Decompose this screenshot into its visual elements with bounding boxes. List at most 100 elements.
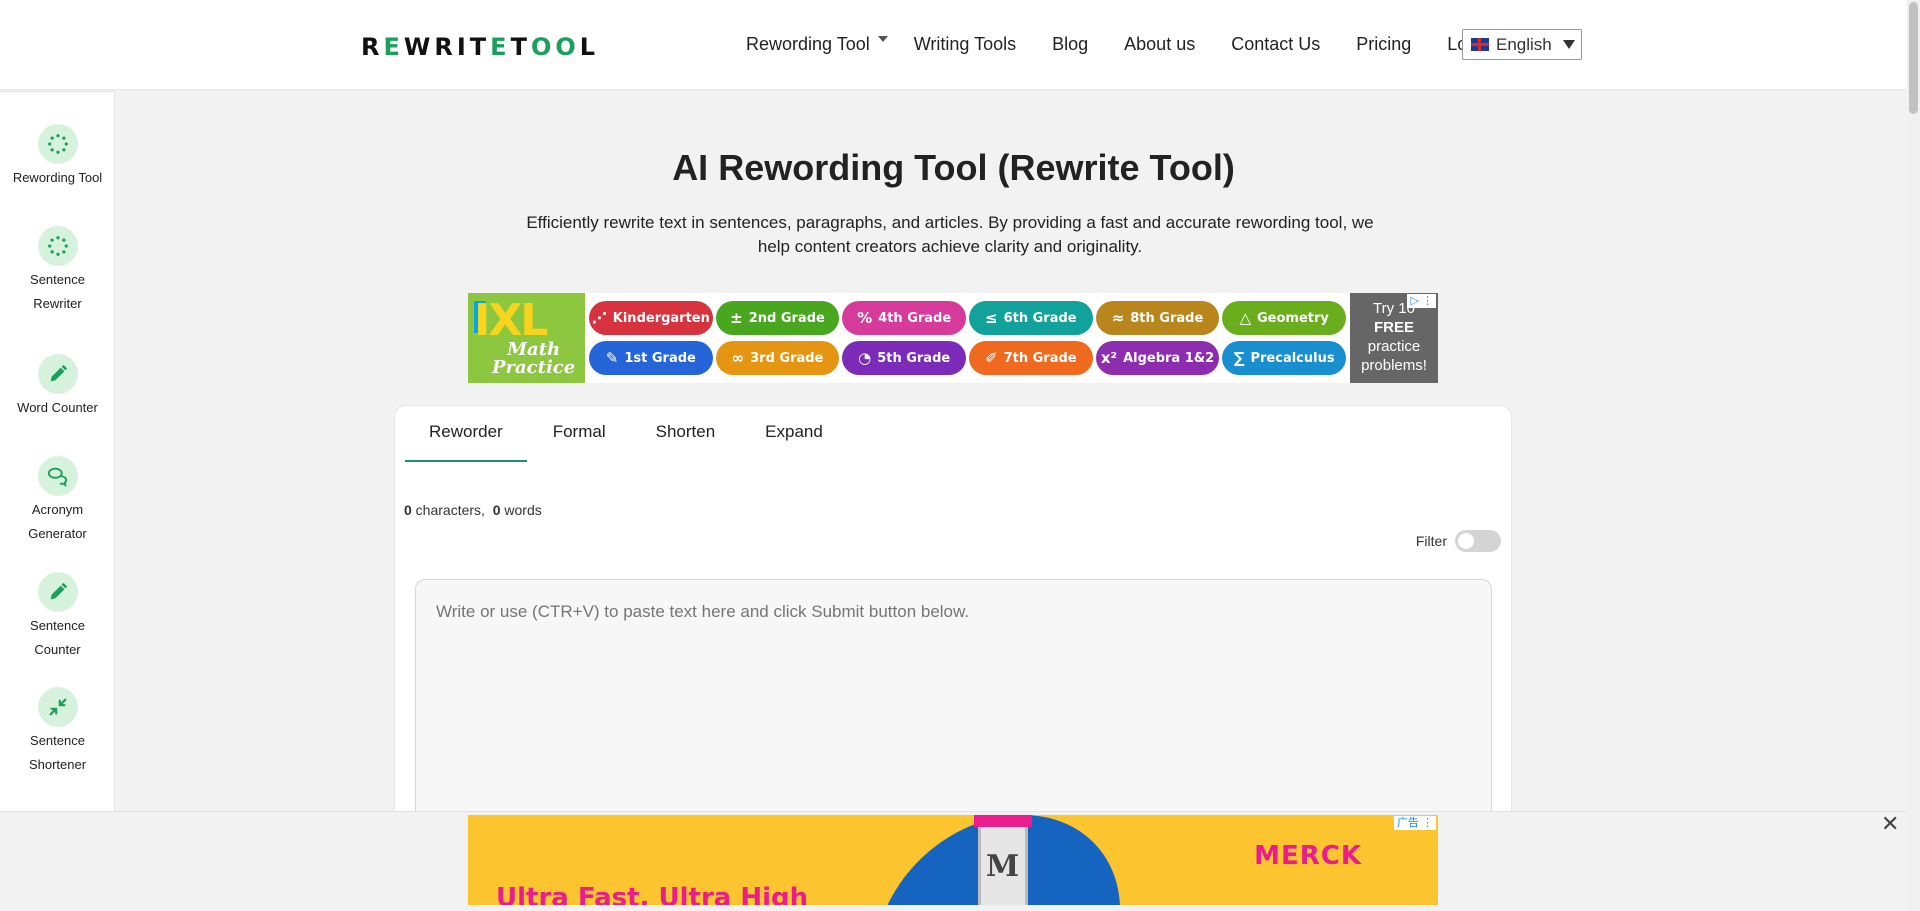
grade-pill[interactable]: % 4th Grade <box>842 301 966 335</box>
sidebar-item-sentence-rewriter[interactable]: Sentence Rewriter <box>0 226 115 316</box>
tab-reworder[interactable]: Reworder <box>405 418 527 462</box>
grade-pill[interactable]: ✎ 1st Grade <box>589 341 713 375</box>
grade-pill[interactable]: ≤6th Grade <box>968 301 1093 335</box>
ad-headline: Ultra Fast, Ultra High <box>496 883 809 905</box>
tab-shorten[interactable]: Shorten <box>632 418 740 462</box>
sidebar-item-label: Counter <box>34 642 81 657</box>
nav-contact-us[interactable]: Contact Us <box>1231 34 1320 55</box>
compress-arrows-icon <box>37 687 78 727</box>
dropdown-arrow-icon <box>1563 40 1575 49</box>
grade-pill[interactable]: ∑ Precalculus <box>1222 341 1346 375</box>
sidebar-item-acronym-generator[interactable]: Acronym Generator <box>0 456 115 546</box>
grade-pill-icon: ◔ <box>858 349 872 367</box>
nav-pricing[interactable]: Pricing <box>1356 34 1411 55</box>
ad-cta[interactable]: ▷ ⋮ Try 10 FREE practice problems! <box>1350 293 1438 383</box>
grade-pill-label: 5th Grade <box>877 350 951 366</box>
tab-formal[interactable]: Formal <box>529 418 630 462</box>
nav-blog[interactable]: Blog <box>1052 34 1088 55</box>
grade-pill[interactable]: ∞ 3rd Grade <box>715 341 840 375</box>
grade-pill-icon: ∑ <box>1233 349 1245 367</box>
mode-tabs: Reworder Formal Shorten Expand <box>405 418 847 462</box>
logo-text-6: OO <box>530 33 580 61</box>
ad-tube-letter: M <box>986 849 1020 884</box>
site-header: R E WRIT E T OO L Rewording Tool Writing Tool… <box>0 0 1907 90</box>
grade-pill-icon: △ <box>1239 309 1251 327</box>
grade-pill-label: 1st Grade <box>624 350 696 366</box>
tab-expand[interactable]: Expand <box>741 418 847 462</box>
ad-cta-line: FREE <box>1373 319 1414 336</box>
grade-pill-icon: ⋰ <box>591 309 607 327</box>
logo-text-4: E <box>490 33 511 61</box>
grade-pill-label: 8th Grade <box>1130 310 1204 326</box>
nav-writing-tools[interactable]: Writing Tools <box>914 34 1016 55</box>
ad-cta-line: practice <box>1367 338 1421 355</box>
grade-pills: ⋰ Kindergarten ±2nd Grade% 4th Grade ≤6th Gr… <box>585 293 1350 383</box>
grade-pill-label: 3rd Grade <box>750 350 824 366</box>
grade-pill-icon: % <box>857 309 873 327</box>
ad-banner-bottom[interactable]: M Ultra Fast, Ultra High MERCK 广告 ⋮ <box>468 815 1438 905</box>
chat-bubbles-icon <box>37 456 78 496</box>
sidebar-item-label: Sentence <box>30 618 85 633</box>
ad-brand-logo: MERCK <box>1254 841 1362 871</box>
nav-rewording-tool[interactable]: Rewording Tool <box>746 34 888 55</box>
grade-pill[interactable]: △ Geometry <box>1222 301 1346 335</box>
sidebar-item-label: Acronym <box>31 502 84 517</box>
ixl-sub-line: Practice <box>492 357 576 378</box>
grade-pill[interactable]: ±2nd Grade <box>715 301 840 335</box>
word-count: 0 <box>492 502 501 518</box>
close-icon[interactable]: ✕ <box>1881 812 1899 837</box>
filter-control: Filter <box>1416 530 1501 552</box>
grade-pill-icon: ≈ <box>1111 309 1125 327</box>
grade-pill[interactable]: x² Algebra 1&2 <box>1095 341 1220 375</box>
logo-text-7: L <box>579 33 600 61</box>
adchoices-icon[interactable]: 广告 ⋮ <box>1393 816 1436 830</box>
logo-text-3: WRIT <box>403 33 491 61</box>
nav-label: Rewording Tool <box>746 34 870 54</box>
grade-pill-icon: ± <box>730 309 743 327</box>
scrollbar-thumb[interactable] <box>1909 2 1918 114</box>
char-label: characters, <box>411 502 493 518</box>
grade-pill-label: 2nd Grade <box>748 310 825 326</box>
sidebar-item-label: Rewriter <box>33 296 82 311</box>
grade-pill-label: Algebra 1&2 <box>1123 350 1215 366</box>
spinner-icon <box>37 226 78 266</box>
sidebar-item-label: Sentence <box>30 272 85 287</box>
grade-pill-label: 7th Grade <box>1003 350 1077 366</box>
uk-flag-icon <box>1471 38 1489 51</box>
grade-pill[interactable]: ≈8th Grade <box>1095 301 1220 335</box>
grade-pill-label: Precalculus <box>1250 350 1335 366</box>
language-label: English <box>1496 34 1552 54</box>
chevron-down-icon <box>877 36 888 43</box>
grade-pill[interactable]: ◔ 5th Grade <box>842 341 966 375</box>
language-select[interactable]: English <box>1462 29 1582 60</box>
grade-pill[interactable]: ✐ 7th Grade <box>968 341 1093 375</box>
grade-pill-label: Geometry <box>1256 310 1329 326</box>
sidebar-item-word-counter[interactable]: Word Counter <box>0 354 115 420</box>
sidebar-item-label: Word Counter <box>17 400 98 415</box>
grade-pill[interactable]: ⋰ Kindergarten <box>589 301 713 335</box>
main-nav: Rewording Tool Writing Tools Blog About … <box>746 34 1527 55</box>
adchoices-icon[interactable]: ▷ ⋮ <box>1407 294 1436 308</box>
logo-text-2: E <box>383 33 404 61</box>
grade-pill-label: 6th Grade <box>1003 310 1077 326</box>
grade-pill-label: Kindergarten <box>612 310 710 326</box>
ixl-logo-subtitle: Math Practice <box>492 341 575 377</box>
ixl-logo: IXL Math Practice <box>468 293 585 383</box>
logo-text-1: R <box>361 33 384 61</box>
ad-tube-cap <box>974 815 1032 827</box>
sidebar-item-sentence-shortener[interactable]: Sentence Shortener <box>0 687 115 777</box>
pencil-icon <box>37 354 78 394</box>
sidebar-item-label: Generator <box>28 526 87 541</box>
grade-pill-icon: x² <box>1100 349 1118 367</box>
scrollbar-track[interactable] <box>1907 0 1920 911</box>
page-subtitle: Efficiently rewrite text in sentences, p… <box>526 213 1374 256</box>
filter-toggle[interactable] <box>1455 530 1501 552</box>
sidebar-item-sentence-counter[interactable]: Sentence Counter <box>0 572 115 662</box>
ad-banner-top[interactable]: IXL Math Practice ⋰ Kindergarten ±2nd Grad… <box>468 293 1438 383</box>
page-title: AI Rewording Tool (Rewrite Tool) <box>672 147 1235 188</box>
site-logo[interactable]: R E WRIT E T OO L <box>361 32 599 62</box>
pencil-icon <box>37 572 78 612</box>
sidebar-item-label: Shortener <box>28 757 87 772</box>
nav-about-us[interactable]: About us <box>1124 34 1195 55</box>
grade-pill-icon: ∞ <box>731 349 745 367</box>
